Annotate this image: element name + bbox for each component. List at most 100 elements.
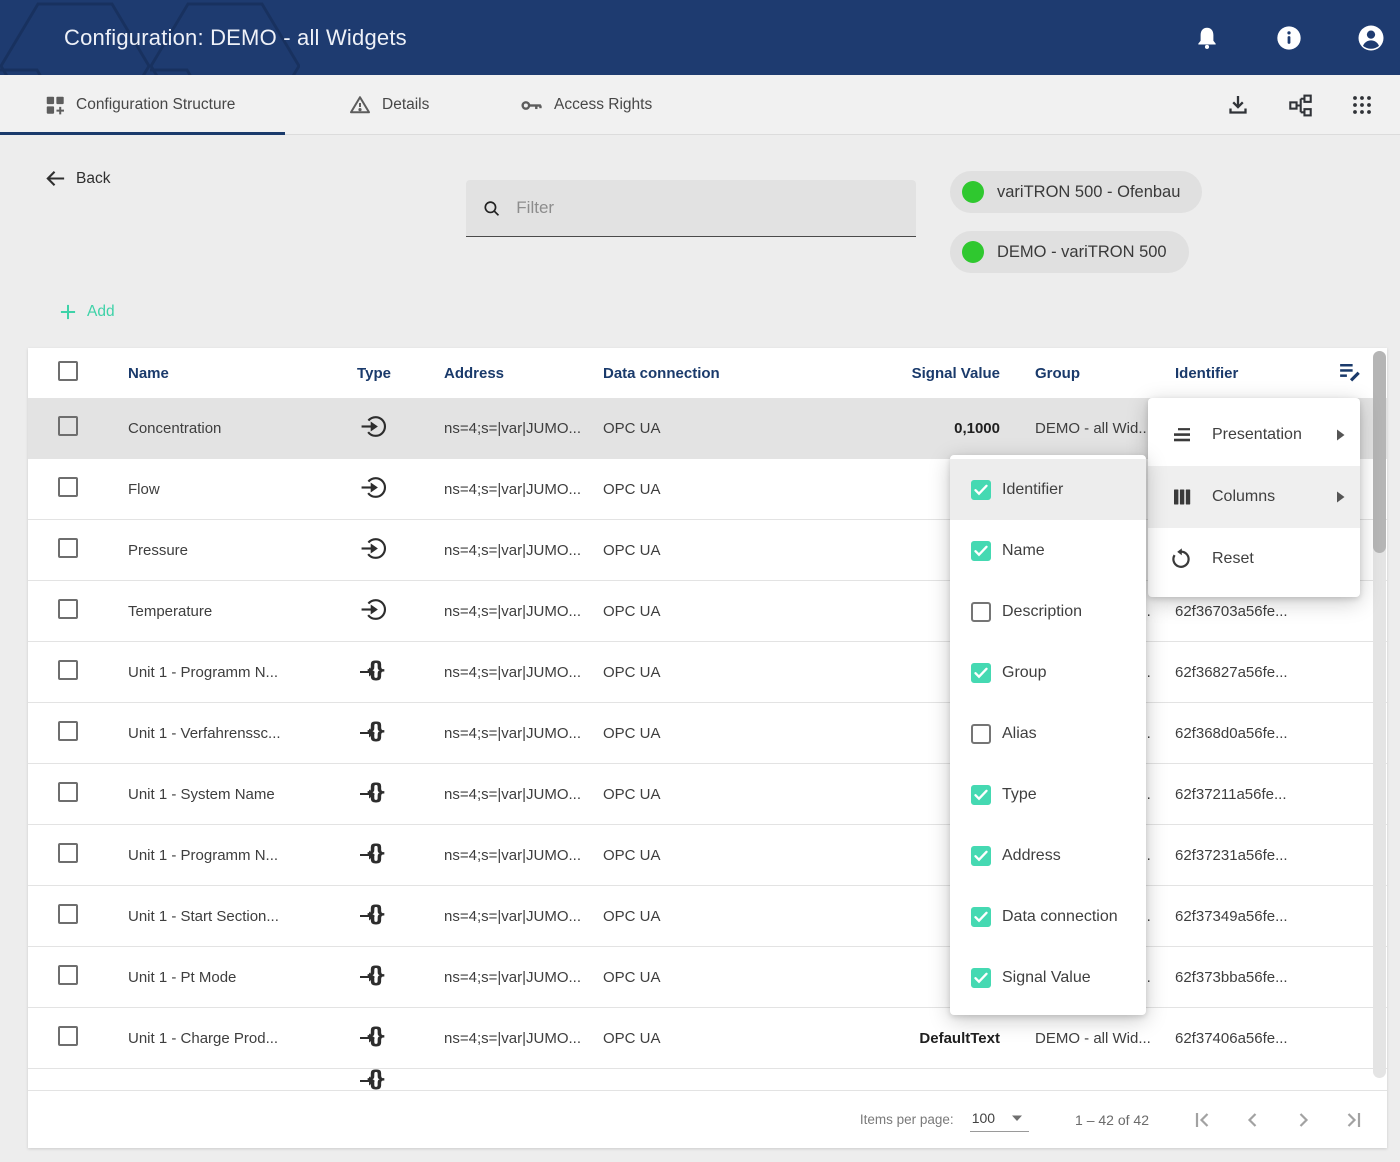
column-header-signal-value[interactable]: Signal Value	[763, 365, 1013, 382]
device-chip-demo[interactable]: DEMO - variTRON 500	[950, 231, 1189, 273]
arrow-left-icon	[44, 167, 67, 190]
cell-address: ns=4;s=|var|JUMO...	[424, 1030, 583, 1047]
column-toggle-label: Name	[1002, 542, 1045, 560]
column-toggle-item[interactable]: Signal Value	[950, 947, 1146, 1008]
signal-input-icon	[361, 535, 388, 566]
cell-data-connection: OPC UA	[583, 969, 763, 986]
notifications-bell-icon[interactable]	[1192, 23, 1222, 53]
download-icon[interactable]	[1225, 92, 1251, 118]
table-row[interactable]: Unit 1 - Charge Prod... {} ns=4;s=|var|J…	[28, 1008, 1387, 1069]
column-toggle-item[interactable]: Group	[950, 642, 1146, 703]
cell-address: ns=4;s=|var|JUMO...	[424, 847, 583, 864]
column-header-data-connection[interactable]: Data connection	[583, 365, 763, 382]
column-header-group[interactable]: Group	[1013, 365, 1155, 382]
cell-address: ns=4;s=|var|JUMO...	[424, 786, 583, 803]
menu-item-label: Reset	[1212, 550, 1346, 568]
column-toggle-item[interactable]: Address	[950, 825, 1146, 886]
cell-address: ns=4;s=|var|JUMO...	[424, 664, 583, 681]
signal-input-icon	[361, 474, 388, 505]
account-icon[interactable]	[1356, 23, 1386, 53]
row-checkbox[interactable]	[58, 843, 78, 863]
variable-brace-icon: {}	[360, 659, 388, 685]
cell-address: ns=4;s=|var|JUMO...	[424, 542, 583, 559]
row-checkbox[interactable]	[58, 721, 78, 741]
row-checkbox[interactable]	[58, 599, 78, 619]
column-toggle-item[interactable]: Type	[950, 764, 1146, 825]
next-page-button[interactable]	[1291, 1108, 1315, 1132]
row-checkbox[interactable]	[58, 782, 78, 802]
tab-details[interactable]: Details	[348, 75, 488, 135]
cell-address: ns=4;s=|var|JUMO...	[424, 603, 583, 620]
table-header-row: Name Type Address Data connection Signal…	[28, 348, 1387, 398]
edit-columns-icon[interactable]	[1337, 359, 1362, 388]
column-toggle-item[interactable]: Alias	[950, 703, 1146, 764]
filter-field[interactable]	[466, 180, 916, 237]
row-checkbox[interactable]	[58, 1026, 78, 1046]
column-toggle-label: Type	[1002, 786, 1037, 804]
structure-tree-icon[interactable]	[1287, 92, 1313, 118]
variable-brace-icon: {}	[360, 964, 388, 990]
table-row[interactable]: Unit 1 - Programm N... {} ns=4;s=|var|JU…	[28, 642, 1387, 703]
menu-item-presentation[interactable]: Presentation	[1148, 404, 1360, 466]
table-row[interactable]: Unit 1 - Verfahrenssc... {} ns=4;s=|var|…	[28, 703, 1387, 764]
device-chip-ofenbau[interactable]: variTRON 500 - Ofenbau	[950, 171, 1202, 213]
column-header-type[interactable]: Type	[324, 365, 424, 382]
checkbox	[971, 480, 991, 500]
cell-group: DEMO - all Wid...	[1013, 420, 1155, 437]
table-row[interactable]: Unit 1 - System Name {} ns=4;s=|var|JUMO…	[28, 764, 1387, 825]
column-toggle-label: Data connection	[1002, 908, 1118, 926]
checkbox	[971, 968, 991, 988]
last-page-button[interactable]	[1341, 1108, 1365, 1132]
table-row[interactable]: Unit 1 - Start Section... {} ns=4;s=|var…	[28, 886, 1387, 947]
table-row[interactable]: Unit 1 - Programm N... {} ns=4;s=|var|JU…	[28, 825, 1387, 886]
tab-label: Access Rights	[554, 96, 652, 114]
column-toggle-label: Identifier	[1002, 481, 1063, 499]
cell-identifier: 62f37406a56fe...	[1155, 1030, 1325, 1047]
back-button[interactable]: Back	[44, 167, 110, 190]
checkbox	[971, 541, 991, 561]
checkbox	[971, 846, 991, 866]
cell-identifier: 62f36703a56fe...	[1155, 603, 1325, 620]
column-header-name[interactable]: Name	[128, 365, 324, 382]
row-checkbox[interactable]	[58, 660, 78, 680]
info-icon[interactable]	[1274, 23, 1304, 53]
cell-data-connection: OPC UA	[583, 664, 763, 681]
row-checkbox[interactable]	[58, 965, 78, 985]
column-toggle-item[interactable]: Name	[950, 520, 1146, 581]
cell-identifier: 62f373bba56fe...	[1155, 969, 1325, 986]
column-header-identifier[interactable]: Identifier	[1155, 365, 1325, 382]
table-row[interactable]: Unit 1 - Pt Mode {} ns=4;s=|var|JUMO... …	[28, 947, 1387, 1008]
select-all-checkbox[interactable]	[58, 361, 78, 381]
tab-configuration-structure[interactable]: Configuration Structure	[44, 75, 284, 135]
column-toggle-item[interactable]: Identifier	[950, 459, 1146, 520]
column-toggle-item[interactable]: Data connection	[950, 886, 1146, 947]
plus-icon	[58, 302, 78, 322]
cell-name: Unit 1 - System Name	[128, 786, 324, 803]
apps-grid-icon[interactable]	[1349, 92, 1375, 118]
cell-data-connection: OPC UA	[583, 420, 763, 437]
column-toggle-item[interactable]: Description	[950, 581, 1146, 642]
row-checkbox[interactable]	[58, 477, 78, 497]
add-button[interactable]: Add	[58, 302, 115, 322]
menu-item-columns[interactable]: Columns	[1148, 466, 1360, 528]
checkmark-icon	[974, 484, 988, 496]
cell-data-connection: OPC UA	[583, 847, 763, 864]
first-page-button[interactable]	[1191, 1108, 1215, 1132]
checkmark-icon	[974, 911, 988, 923]
line-weight-icon	[1170, 423, 1194, 447]
row-checkbox[interactable]	[58, 904, 78, 924]
cell-identifier: 62f368d0a56fe...	[1155, 725, 1325, 742]
row-checkbox[interactable]	[58, 538, 78, 558]
column-header-address[interactable]: Address	[424, 365, 583, 382]
items-per-page-select[interactable]: 100	[970, 1107, 1029, 1132]
menu-item-reset[interactable]: Reset	[1148, 528, 1360, 590]
previous-page-button[interactable]	[1241, 1108, 1265, 1132]
cell-name: Unit 1 - Start Section...	[128, 908, 324, 925]
add-label: Add	[87, 303, 115, 321]
filter-input[interactable]	[516, 198, 900, 218]
tab-access-rights[interactable]: Access Rights	[519, 75, 679, 135]
items-per-page-value: 100	[972, 1110, 995, 1126]
cell-address: ns=4;s=|var|JUMO...	[424, 969, 583, 986]
scrollbar-thumb[interactable]	[1373, 351, 1386, 553]
row-checkbox[interactable]	[58, 416, 78, 436]
